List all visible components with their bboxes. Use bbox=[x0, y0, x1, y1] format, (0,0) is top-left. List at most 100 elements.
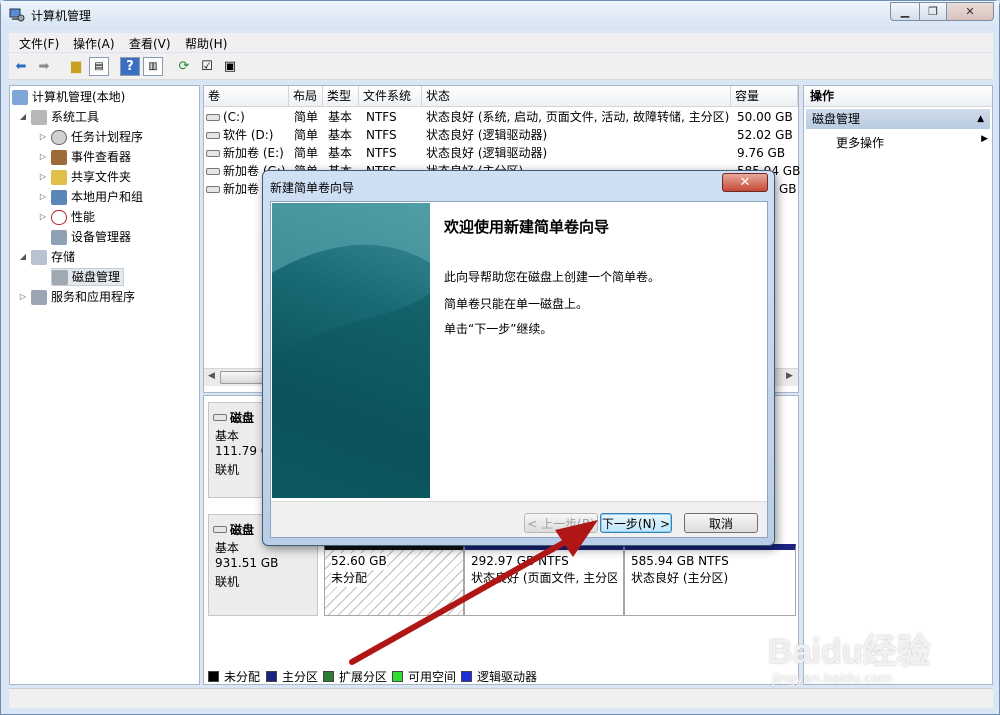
expanded-arrow-icon[interactable]: ◢ bbox=[18, 248, 28, 266]
forward-arrow-icon: ➡ bbox=[38, 59, 50, 74]
show-hide-tree-button[interactable]: ▤ bbox=[89, 57, 109, 76]
menu-view[interactable]: 查看(V) bbox=[129, 35, 171, 52]
title-bar[interactable]: 计算机管理 ▁ ❐ ✕ bbox=[1, 1, 999, 29]
minimize-button[interactable]: ▁ bbox=[890, 2, 920, 21]
close-icon: ✕ bbox=[965, 5, 975, 18]
baidu-watermark: Baidu经验 jingyan.baidu.com bbox=[768, 612, 998, 692]
tree-item-device-manager[interactable]: 设备管理器 bbox=[51, 228, 131, 246]
event-viewer-icon bbox=[51, 149, 67, 165]
storage-icon bbox=[31, 249, 47, 265]
up-folder-button[interactable]: ▆ bbox=[66, 57, 86, 76]
shared-folder-icon bbox=[51, 169, 67, 185]
collapsed-arrow-icon[interactable]: ▷ bbox=[38, 148, 48, 166]
clock-icon bbox=[51, 129, 67, 145]
minimize-icon: ▁ bbox=[900, 5, 910, 18]
collapsed-arrow-icon[interactable]: ▷ bbox=[38, 188, 48, 206]
actions-header: 操作 bbox=[804, 86, 992, 107]
partition-unallocated[interactable]: 52.60 GB 未分配 bbox=[324, 544, 464, 616]
dialog-body: 欢迎使用新建简单卷向导 此向导帮助您在磁盘上创建一个简单卷。 简单卷只能在单一磁… bbox=[270, 201, 768, 538]
partition-primary-2[interactable]: 585.94 GB NTFS 状态良好 (主分区) bbox=[624, 544, 796, 616]
disk-type: 基本 bbox=[215, 429, 240, 443]
disk-type: 基本 bbox=[215, 541, 240, 555]
show-action-pane-button[interactable]: ▥ bbox=[143, 57, 163, 76]
refresh-button[interactable]: ⟳ bbox=[174, 57, 194, 76]
status-cell: 状态良好 (系统, 启动, 页面文件, 活动, 故障转储, 主分区) bbox=[426, 110, 730, 124]
tree-item-local-users[interactable]: ▷ 本地用户和组 bbox=[38, 188, 143, 206]
console-tree-icon: ▤ bbox=[94, 61, 104, 72]
partition-primary-1[interactable]: 292.97 GB NTFS 状态良好 (页面文件, 主分区 bbox=[464, 544, 624, 616]
close-window-button[interactable]: ✕ bbox=[946, 2, 994, 21]
drive-icon bbox=[206, 132, 220, 139]
tree-item-root[interactable]: 计算机管理(本地) bbox=[12, 88, 125, 106]
filesystem-cell: NTFS bbox=[366, 110, 397, 124]
column-header-volume[interactable]: 卷 bbox=[204, 86, 289, 107]
forward-button[interactable]: ➡ bbox=[34, 57, 54, 76]
tree-item-label: 计算机管理(本地) bbox=[32, 90, 126, 104]
tree-item-services[interactable]: ▷ 服务和应用程序 bbox=[18, 288, 135, 306]
legend-extended: 扩展分区 bbox=[323, 668, 387, 685]
next-button[interactable]: 下一步(N) > bbox=[600, 513, 672, 533]
disk-status: 联机 bbox=[215, 575, 240, 589]
legend-label: 主分区 bbox=[282, 670, 319, 684]
legend-swatch bbox=[461, 671, 472, 682]
tree-item-event-viewer[interactable]: ▷ 事件查看器 bbox=[38, 148, 131, 166]
disk-properties-button[interactable]: ▣ bbox=[220, 57, 240, 76]
menu-file[interactable]: 文件(F) bbox=[19, 35, 59, 52]
scroll-left-icon[interactable]: ◀ bbox=[208, 371, 215, 381]
type-cell: 基本 bbox=[328, 146, 353, 160]
tree-item-label: 服务和应用程序 bbox=[51, 290, 136, 304]
status-cell: 状态良好 (逻辑驱动器) bbox=[426, 128, 548, 142]
properties-button[interactable]: ☑ bbox=[197, 57, 217, 76]
menu-action[interactable]: 操作(A) bbox=[73, 35, 115, 52]
menu-help[interactable]: 帮助(H) bbox=[185, 35, 227, 52]
maximize-button[interactable]: ❐ bbox=[919, 2, 947, 21]
disk-name: 磁盘 bbox=[230, 523, 255, 537]
computer-management-icon bbox=[9, 8, 25, 22]
drive-icon bbox=[206, 114, 220, 121]
collapsed-arrow-icon[interactable]: ▷ bbox=[38, 128, 48, 146]
column-header-type[interactable]: 类型 bbox=[323, 86, 359, 107]
volume-name: (C:) bbox=[223, 110, 245, 124]
tree-item-task-scheduler[interactable]: ▷ 任务计划程序 bbox=[38, 128, 143, 146]
device-manager-icon bbox=[51, 229, 67, 245]
collapsed-arrow-icon[interactable]: ▷ bbox=[38, 208, 48, 226]
column-header-status[interactable]: 状态 bbox=[422, 86, 731, 107]
help-button[interactable]: ? bbox=[120, 57, 140, 76]
tree-item-disk-management[interactable]: 磁盘管理 bbox=[51, 268, 125, 286]
actions-section-disk-management[interactable]: 磁盘管理 ▲ bbox=[806, 109, 990, 129]
column-header-filesystem[interactable]: 文件系统 bbox=[359, 86, 422, 107]
collapsed-arrow-icon[interactable]: ▷ bbox=[38, 168, 48, 186]
more-actions-item[interactable]: 更多操作 ▶ bbox=[836, 134, 988, 151]
scroll-right-icon[interactable]: ▶ bbox=[786, 371, 793, 381]
partition-size: 292.97 GB NTFS bbox=[471, 554, 569, 568]
wizard-heading: 欢迎使用新建简单卷向导 bbox=[444, 218, 610, 236]
drive-icon bbox=[206, 168, 220, 175]
expanded-arrow-icon[interactable]: ◢ bbox=[18, 108, 28, 126]
legend-swatch bbox=[208, 671, 219, 682]
column-header-capacity[interactable]: 容量 bbox=[731, 86, 798, 107]
tree-item-performance[interactable]: ▷ 性能 bbox=[38, 208, 95, 226]
back-button[interactable]: ⬅ bbox=[11, 57, 31, 76]
legend-swatch bbox=[323, 671, 334, 682]
services-icon bbox=[31, 289, 47, 305]
wizard-banner-wave bbox=[272, 203, 430, 498]
wizard-text-1: 此向导帮助您在磁盘上创建一个简单卷。 bbox=[444, 270, 661, 284]
legend-unallocated: 未分配 bbox=[208, 668, 260, 685]
collapsed-arrow-icon[interactable]: ▷ bbox=[18, 288, 28, 306]
tree-item-storage[interactable]: ◢ 存储 bbox=[18, 248, 75, 266]
collapse-up-icon[interactable]: ▲ bbox=[977, 109, 984, 129]
tree-item-system-tools[interactable]: ◢ 系统工具 bbox=[18, 108, 99, 126]
back-button[interactable]: < 上一步(B) bbox=[524, 513, 598, 533]
tree-item-shared-folders[interactable]: ▷ 共享文件夹 bbox=[38, 168, 131, 186]
dialog-close-button[interactable]: ✕ bbox=[722, 173, 768, 192]
legend-primary: 主分区 bbox=[266, 668, 318, 685]
window-title: 计算机管理 bbox=[31, 9, 92, 23]
actions-section-label: 磁盘管理 bbox=[812, 112, 861, 126]
tree-item-label: 系统工具 bbox=[51, 110, 100, 124]
partition-size: 585.94 GB NTFS bbox=[631, 554, 729, 568]
tree-item-label: 存储 bbox=[51, 250, 76, 264]
column-header-layout[interactable]: 布局 bbox=[289, 86, 323, 107]
legend-logical: 逻辑驱动器 bbox=[461, 668, 537, 685]
volume-name: 新加卷 (E:) bbox=[223, 146, 284, 160]
cancel-button[interactable]: 取消 bbox=[684, 513, 758, 533]
